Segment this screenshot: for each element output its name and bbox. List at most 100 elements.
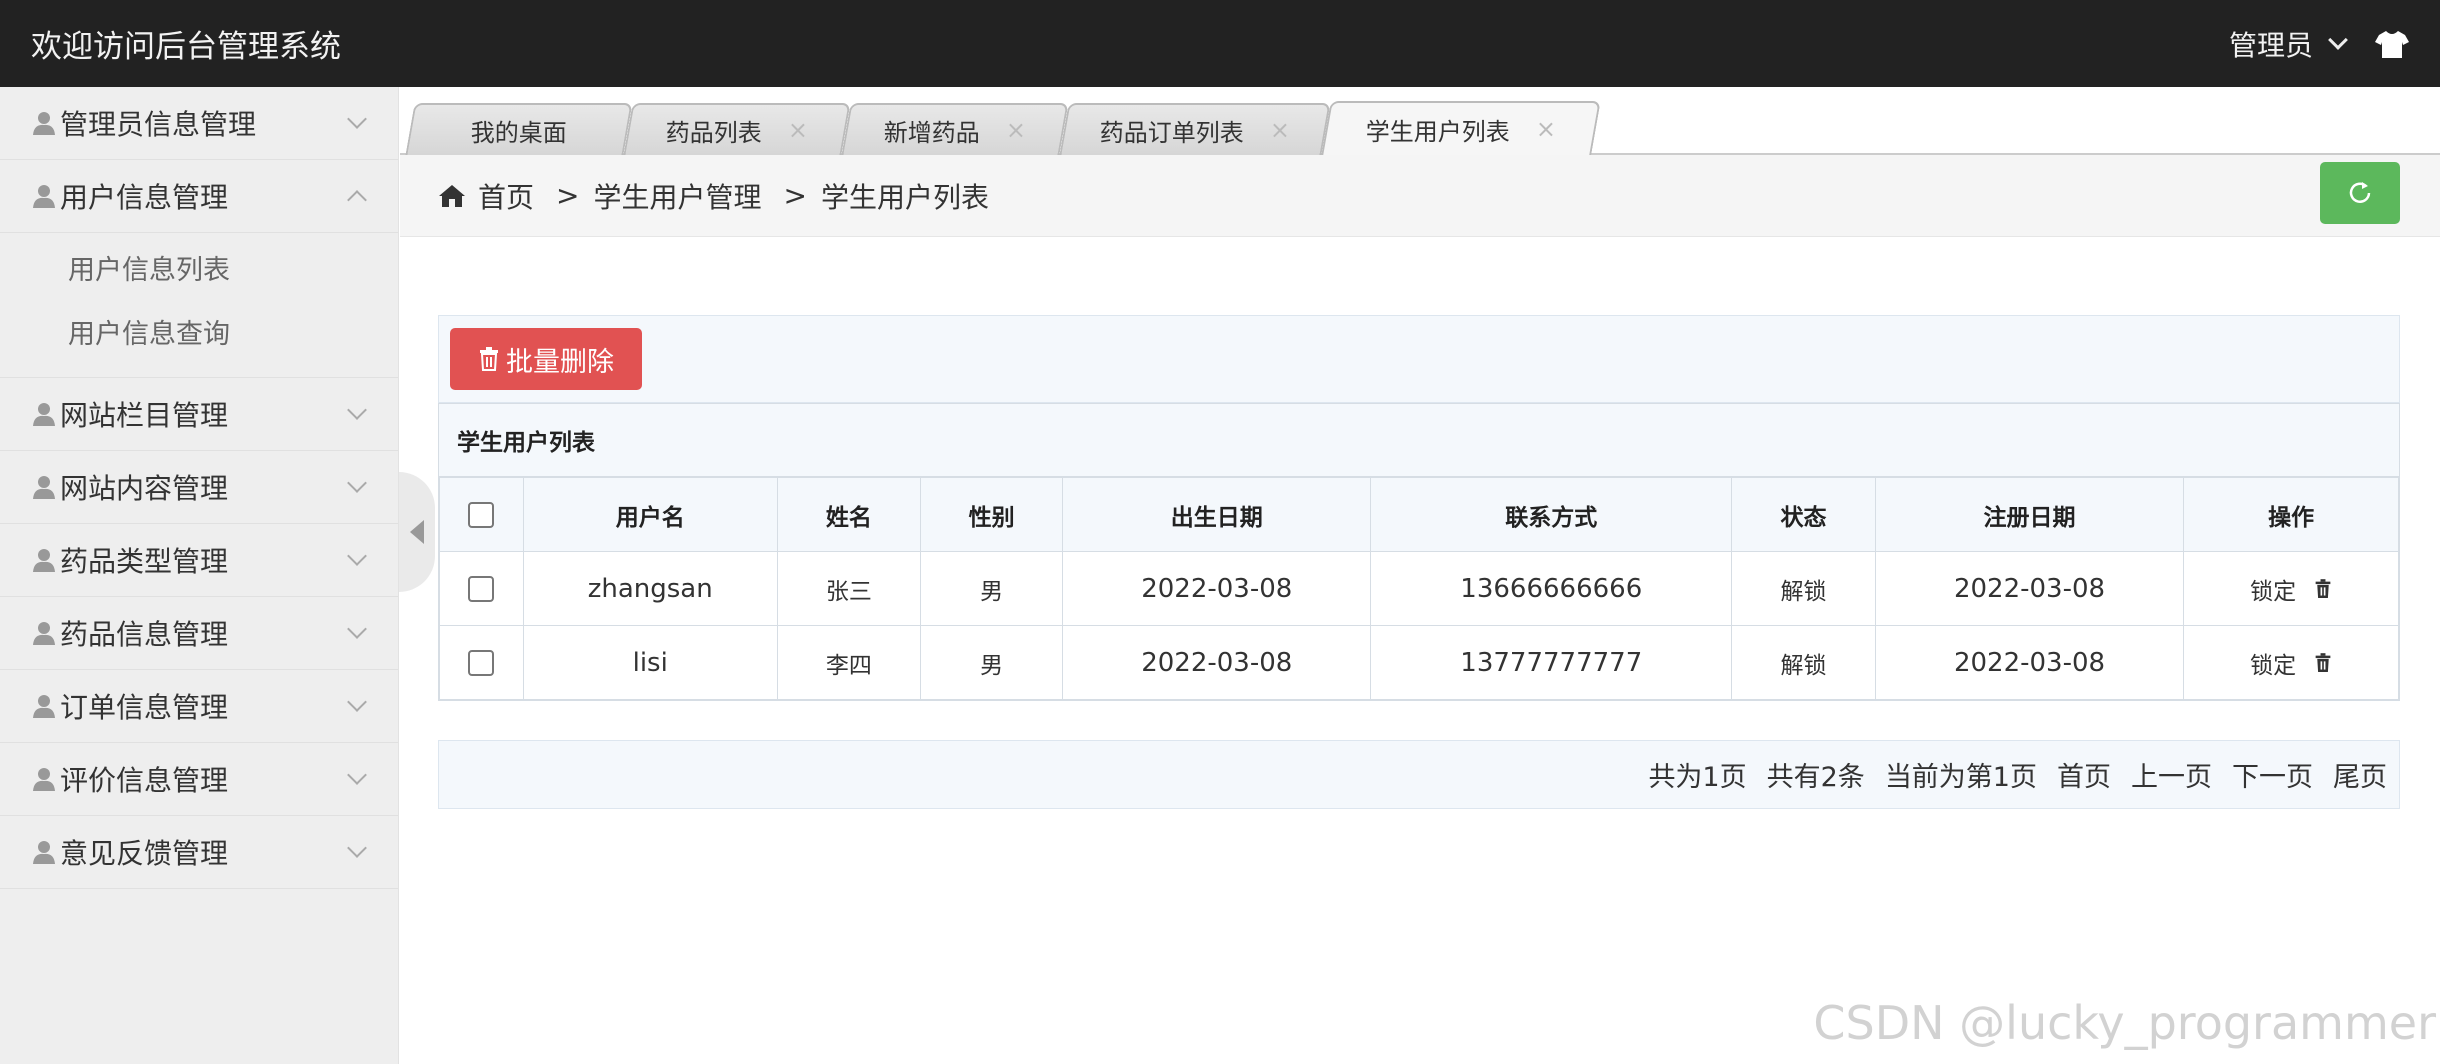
refresh-button[interactable] <box>2320 162 2400 224</box>
sidebar-subitem-user-query[interactable]: 用户信息查询 <box>0 303 398 367</box>
user-icon <box>33 549 55 572</box>
user-icon <box>33 695 55 718</box>
sidebar-item-site-content[interactable]: 网站内容管理 <box>0 451 398 524</box>
lock-link[interactable]: 锁定 <box>2250 646 2296 680</box>
column-header-actions: 操作 <box>2183 477 2399 552</box>
tab-my-desktop[interactable]: 我的桌面 <box>405 103 633 155</box>
trash-icon[interactable] <box>2314 578 2332 599</box>
cell-phone: 13666666666 <box>1370 551 1733 626</box>
column-header-birth: 出生日期 <box>1062 477 1372 552</box>
sidebar-item-order-info[interactable]: 订单信息管理 <box>0 670 398 743</box>
row-checkbox[interactable] <box>468 576 495 602</box>
cell-birth: 2022-03-08 <box>1062 551 1372 626</box>
batch-delete-label: 批量删除 <box>506 346 614 378</box>
cell-reg-date: 2022-03-08 <box>1874 551 2185 626</box>
tab-label: 药品订单列表 <box>1099 118 1244 147</box>
breadcrumb-home[interactable]: 首页 <box>478 176 534 216</box>
sidebar-item-label: 药品类型管理 <box>60 545 229 578</box>
caret-left-icon <box>410 520 424 544</box>
cell-actions: 锁定 <box>2183 551 2399 626</box>
close-icon[interactable]: × <box>1006 116 1026 144</box>
pagination: 共为1页 共有2条 当前为第1页 首页 上一页 下一页 尾页 <box>438 740 2400 809</box>
cell-name: 张三 <box>776 551 922 626</box>
table-toolbar: 批量删除 <box>438 315 2400 403</box>
cell-phone: 13777777777 <box>1370 625 1733 700</box>
sidebar-item-label: 药品信息管理 <box>60 618 229 651</box>
chevron-down-icon <box>347 619 367 639</box>
sidebar-item-user-info[interactable]: 用户信息管理 <box>0 160 398 233</box>
cell-reg-date: 2022-03-08 <box>1874 625 2185 700</box>
pager-first-link[interactable]: 首页 <box>2057 755 2111 794</box>
admin-user-dropdown[interactable]: 管理员 <box>2229 24 2348 64</box>
table-title: 学生用户列表 <box>439 404 2399 477</box>
column-header-phone: 联系方式 <box>1370 477 1733 552</box>
lock-link[interactable]: 锁定 <box>2250 572 2296 606</box>
chevron-down-icon <box>347 400 367 420</box>
chevron-down-icon <box>347 692 367 712</box>
sidebar-item-review-info[interactable]: 评价信息管理 <box>0 743 398 816</box>
pager-total-pages: 共为1页 <box>1648 762 1747 793</box>
watermark: CSDN @lucky_programmer <box>1813 996 2436 1050</box>
app-title: 欢迎访问后台管理系统 <box>31 29 341 65</box>
column-header-gender: 性别 <box>920 477 1064 552</box>
tab-drug-orders[interactable]: 药品订单列表 × <box>1059 103 1331 155</box>
tab-student-users[interactable]: 学生用户列表 × <box>1321 101 1601 155</box>
row-select-cell <box>439 625 524 700</box>
column-header-username: 用户名 <box>522 477 778 552</box>
column-header-reg-date: 注册日期 <box>1874 477 2185 552</box>
sidebar-item-label: 网站栏目管理 <box>60 399 229 432</box>
sidebar-subitem-user-list[interactable]: 用户信息列表 <box>0 239 398 303</box>
sidebar-item-label: 网站内容管理 <box>60 472 229 505</box>
sidebar-item-drug-types[interactable]: 药品类型管理 <box>0 524 398 597</box>
table-header-row: 用户名 姓名 性别 出生日期 联系方式 状态 注册日期 操作 <box>439 477 2399 552</box>
cell-gender: 男 <box>920 551 1064 626</box>
cell-actions: 锁定 <box>2183 625 2399 700</box>
chevron-down-icon <box>347 546 367 566</box>
sidebar-item-drug-info[interactable]: 药品信息管理 <box>0 597 398 670</box>
close-icon[interactable]: × <box>1536 115 1556 143</box>
user-icon <box>33 112 55 135</box>
breadcrumb-separator: > <box>783 179 807 212</box>
user-icon <box>33 185 55 208</box>
sidebar-item-site-columns[interactable]: 网站栏目管理 <box>0 378 398 451</box>
breadcrumb-separator: > <box>556 179 580 212</box>
pager-last-link[interactable]: 尾页 <box>2333 755 2387 794</box>
tab-label: 我的桌面 <box>470 118 567 147</box>
cell-username: lisi <box>522 625 778 700</box>
batch-delete-button[interactable]: 批量删除 <box>450 328 642 390</box>
user-table: 用户名 姓名 性别 出生日期 联系方式 状态 注册日期 操作 zhangsan … <box>439 477 2399 700</box>
tab-add-drug[interactable]: 新增药品 × <box>841 103 1069 155</box>
breadcrumb-level2: 学生用户列表 <box>820 180 989 214</box>
tab-bar: 我的桌面 药品列表 × 新增药品 × 药品订单列表 × 学生用户列表 × <box>400 87 2440 155</box>
row-checkbox[interactable] <box>468 650 495 676</box>
chevron-down-icon <box>347 838 367 858</box>
sidebar-item-admin-info[interactable]: 管理员信息管理 <box>0 87 398 160</box>
sidebar-collapse-toggle[interactable] <box>399 472 435 592</box>
tab-label: 学生用户列表 <box>1365 117 1510 146</box>
table-row: zhangsan 张三 男 2022-03-08 13666666666 解锁 … <box>439 551 2399 626</box>
select-all-checkbox[interactable] <box>468 501 495 528</box>
tab-label: 新增药品 <box>883 118 980 147</box>
sidebar-submenu-user-info: 用户信息列表 用户信息查询 <box>0 233 398 378</box>
trash-icon[interactable] <box>2314 652 2332 673</box>
pager-prev-link[interactable]: 上一页 <box>2131 755 2212 794</box>
close-icon[interactable]: × <box>788 116 808 144</box>
pager-next-link[interactable]: 下一页 <box>2232 755 2313 794</box>
trash-icon <box>480 347 498 371</box>
sidebar-item-feedback[interactable]: 意见反馈管理 <box>0 816 398 889</box>
sidebar-item-label: 意见反馈管理 <box>60 837 229 870</box>
select-all-cell <box>439 477 524 552</box>
user-icon <box>33 622 55 645</box>
tshirt-theme-icon[interactable] <box>2375 29 2409 59</box>
home-icon <box>439 184 465 207</box>
close-icon[interactable]: × <box>1270 116 1290 144</box>
breadcrumb-level1[interactable]: 学生用户管理 <box>593 176 761 216</box>
tab-drug-list[interactable]: 药品列表 × <box>623 103 851 155</box>
chevron-up-icon <box>347 190 367 210</box>
pager-current: 当前为第1页 <box>1884 762 2037 793</box>
table-row: lisi 李四 男 2022-03-08 13777777777 解锁 2022… <box>439 625 2399 700</box>
cell-birth: 2022-03-08 <box>1062 625 1372 700</box>
sidebar-item-label: 管理员信息管理 <box>60 108 257 141</box>
cell-username: zhangsan <box>522 551 778 626</box>
pager-total-items: 共有2条 <box>1766 762 1865 793</box>
